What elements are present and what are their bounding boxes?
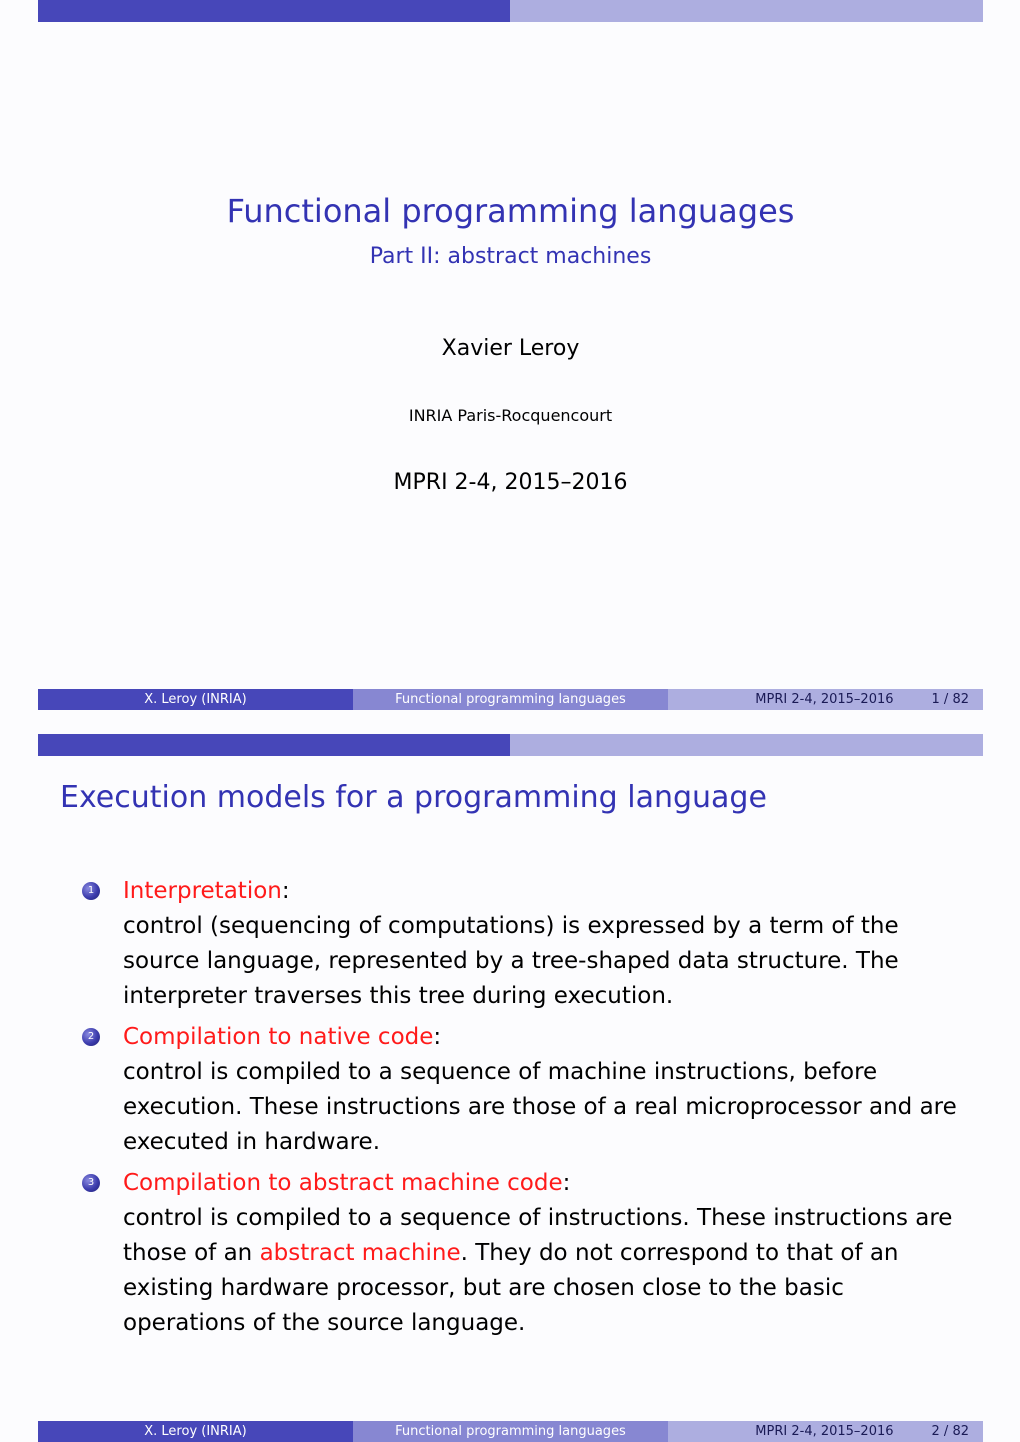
page-number: 1 / 82: [931, 692, 969, 707]
slide-1: Functional programming languages Part II…: [38, 0, 983, 710]
footer-bar: X. Leroy (INRIA) Functional programming …: [38, 689, 983, 710]
frame-title: Execution models for a programming langu…: [60, 780, 767, 815]
enumerated-list: 1 Interpretation: control (sequencing of…: [82, 874, 962, 1341]
numbered-ball-icon: 3: [82, 1174, 100, 1192]
colon: :: [433, 1024, 442, 1050]
presentation-title: Functional programming languages: [226, 192, 795, 230]
item-text: control is compiled to a sequence of mac…: [123, 1059, 957, 1155]
institute: INRIA Paris-Rocquencourt: [408, 406, 613, 425]
footer-date: MPRI 2-4, 2015–2016: [755, 692, 894, 707]
list-item: 2 Compilation to native code: control is…: [82, 1020, 962, 1160]
presentation-subtitle: Part II: abstract machines: [369, 244, 652, 269]
footer-author: X. Leroy (INRIA): [38, 689, 353, 710]
item-heading: Compilation to abstract machine code: [123, 1170, 563, 1196]
page-number: 2 / 82: [931, 1424, 969, 1439]
numbered-ball-icon: 2: [82, 1028, 100, 1046]
numbered-ball-icon: 1: [82, 882, 100, 900]
header-bar-light: [510, 734, 983, 756]
author-name: Xavier Leroy: [441, 336, 580, 361]
alert-term: abstract machine: [259, 1240, 461, 1266]
colon: :: [281, 878, 290, 904]
item-heading: Compilation to native code: [123, 1024, 434, 1050]
footer-date-page: MPRI 2-4, 2015–2016 2 / 82: [668, 1421, 983, 1442]
slide-2: Execution models for a programming langu…: [38, 734, 983, 1442]
header-bar: [38, 0, 983, 22]
footer-date: MPRI 2-4, 2015–2016: [755, 1424, 894, 1439]
header-bar-dark: [38, 734, 510, 756]
footer-bar: X. Leroy (INRIA) Functional programming …: [38, 1421, 983, 1442]
header-bar: [38, 734, 983, 756]
header-bar-light: [510, 0, 983, 22]
item-text: control (sequencing of computations) is …: [123, 913, 899, 1009]
footer-author: X. Leroy (INRIA): [38, 1421, 353, 1442]
presentation-date: MPRI 2-4, 2015–2016: [393, 470, 628, 495]
footer-title: Functional programming languages: [353, 1421, 668, 1442]
item-heading: Interpretation: [123, 878, 282, 904]
footer-date-page: MPRI 2-4, 2015–2016 1 / 82: [668, 689, 983, 710]
list-item: 3 Compilation to abstract machine code: …: [82, 1166, 962, 1341]
item-text: control is compiled to a sequence of ins…: [123, 1201, 962, 1341]
list-item: 1 Interpretation: control (sequencing of…: [82, 874, 962, 1014]
colon: :: [562, 1170, 571, 1196]
footer-title: Functional programming languages: [353, 689, 668, 710]
header-bar-dark: [38, 0, 510, 22]
